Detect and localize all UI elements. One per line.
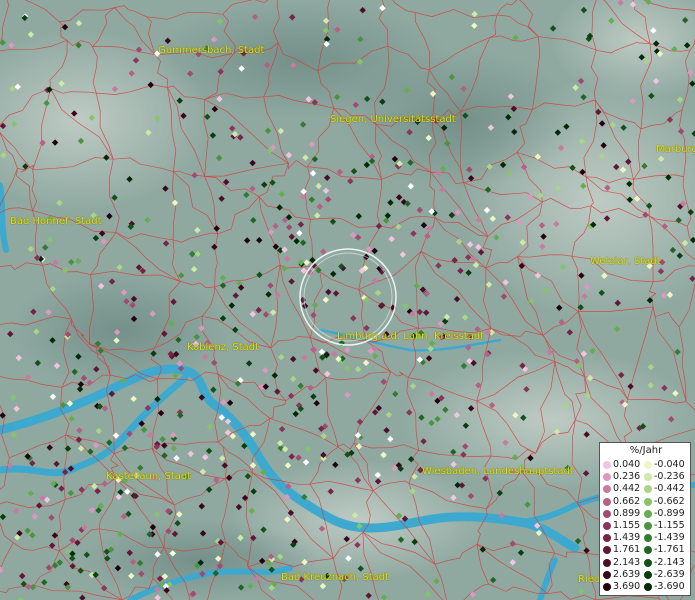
legend-swatch-positive [603, 570, 611, 579]
legend-value-positive: 1.155 [613, 520, 641, 531]
legend-value-negative: -1.439 [654, 532, 685, 544]
map-view[interactable]: Gummersbach, Stadt Siegen, Universitätss… [0, 0, 695, 600]
legend-value-negative: -3.690 [654, 581, 685, 592]
legend-swatch-positive [603, 522, 611, 530]
legend-value-positive: 3.690 [613, 581, 641, 592]
city-label-marburg: Marburg [656, 144, 695, 155]
legend-value-positive: 0.236 [613, 471, 641, 483]
legend-value-positive: 2.639 [613, 568, 641, 580]
legend-title: %/Jahr [629, 445, 663, 456]
legend-swatch-positive [603, 485, 611, 494]
legend-swatch-positive [603, 473, 611, 482]
legend-swatch-negative [644, 461, 652, 469]
legend-swatch-negative [644, 570, 652, 579]
legend-swatch-negative [644, 583, 652, 591]
legend-value-negative: -0.662 [654, 495, 685, 507]
city-label-bad-honnef: Bad Honnef, Stadt [10, 216, 102, 227]
legend-value-positive: 1.439 [613, 532, 641, 544]
legend-swatch-positive [603, 534, 611, 543]
legend-value-positive: 2.143 [613, 556, 641, 568]
legend-value-negative: -2.639 [654, 568, 685, 580]
city-label-gummersbach: Gummersbach, Stadt [158, 45, 265, 56]
city-label-koblenz: Koblenz, Stadt [187, 342, 260, 353]
city-label-wiesbaden: Wiesbaden, Landeshauptstadt [422, 466, 574, 477]
legend-swatch-positive [603, 497, 611, 506]
city-label-limburg: Limburg a.d. Lahn, Kreisstadt [337, 331, 485, 342]
city-label-siegen: Siegen, Universitätsstadt [330, 114, 456, 125]
city-label-ried: Ried [578, 574, 601, 585]
legend-value-positive: 0.899 [613, 507, 641, 519]
legend-value-negative: -2.143 [654, 556, 685, 568]
legend-swatch-positive [603, 583, 611, 591]
legend-swatch-negative [644, 509, 652, 518]
map-canvas[interactable] [0, 0, 695, 600]
legend-value-positive: 0.040 [613, 459, 641, 470]
legend-swatch-negative [644, 473, 652, 482]
legend-value-negative: -1.155 [654, 520, 685, 531]
legend-value-negative: -0.899 [654, 507, 685, 519]
legend-value-positive: 0.442 [613, 483, 641, 495]
legend-swatch-positive [603, 509, 611, 518]
legend-swatch-negative [644, 534, 652, 543]
legend-value-negative: -1.761 [654, 544, 685, 556]
legend-swatch-positive [603, 461, 611, 469]
city-label-kastellaun: Kastellaun, Stadt [106, 471, 192, 482]
legend-value-negative: -0.442 [654, 483, 685, 495]
legend-value-positive: 0.662 [613, 495, 641, 507]
legend-swatch-negative [644, 497, 652, 506]
legend-swatch-negative [644, 485, 652, 494]
legend: %/Jahr 0.040 -0.040 0.236 -0.236 0.442 -0.442… [599, 442, 691, 596]
legend-value-negative: -0.236 [654, 471, 685, 483]
city-label-wetzlar: Wetzlar, Stadt [590, 256, 661, 267]
legend-value-negative: -0.040 [654, 459, 685, 470]
legend-swatch-positive [603, 558, 611, 567]
city-label-bad-kreuznach: Bad Kreuznach, Stadt [281, 572, 390, 583]
legend-swatch-positive [603, 546, 611, 555]
legend-value-positive: 1.761 [613, 544, 641, 556]
legend-swatch-negative [644, 558, 652, 567]
legend-swatch-negative [644, 522, 652, 530]
legend-swatch-negative [644, 546, 652, 555]
